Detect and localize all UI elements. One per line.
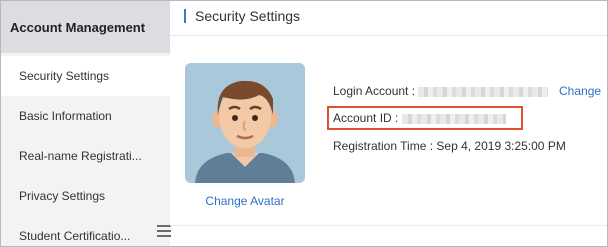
account-id-value-redacted <box>401 113 506 124</box>
account-settings-window: Account Management Security Settings Bas… <box>0 0 608 247</box>
registration-time-row: Registration Time : Sep 4, 2019 3:25:00 … <box>333 139 566 153</box>
header-divider <box>170 35 607 36</box>
change-login-account-link[interactable]: Change <box>559 84 601 98</box>
menu-icon[interactable] <box>157 225 171 239</box>
avatar-illustration <box>185 63 305 183</box>
content-divider <box>170 225 607 226</box>
sidebar: Account Management Security Settings Bas… <box>1 1 171 246</box>
account-id-row: Account ID : <box>333 111 506 125</box>
registration-time-label: Registration Time : <box>333 139 434 153</box>
sidebar-item-security-settings[interactable]: Security Settings <box>1 56 170 96</box>
account-id-label: Account ID : <box>333 111 399 125</box>
registration-time-value: Sep 4, 2019 3:25:00 PM <box>436 139 566 153</box>
sidebar-item-real-name-registration[interactable]: Real-name Registrati... <box>1 136 170 176</box>
page-title: Security Settings <box>195 8 301 24</box>
login-account-row: Login Account : <box>333 84 549 98</box>
avatar <box>185 63 305 183</box>
sidebar-item-student-certification[interactable]: Student Certificatio... <box>1 216 170 246</box>
login-account-value-redacted <box>418 86 549 97</box>
login-account-label: Login Account : <box>333 84 416 98</box>
title-accent-bar <box>184 9 186 23</box>
sidebar-item-privacy-settings[interactable]: Privacy Settings <box>1 176 170 216</box>
change-avatar-link[interactable]: Change Avatar <box>185 194 305 208</box>
sidebar-item-basic-information[interactable]: Basic Information <box>1 96 170 136</box>
sidebar-title: Account Management <box>1 1 170 53</box>
